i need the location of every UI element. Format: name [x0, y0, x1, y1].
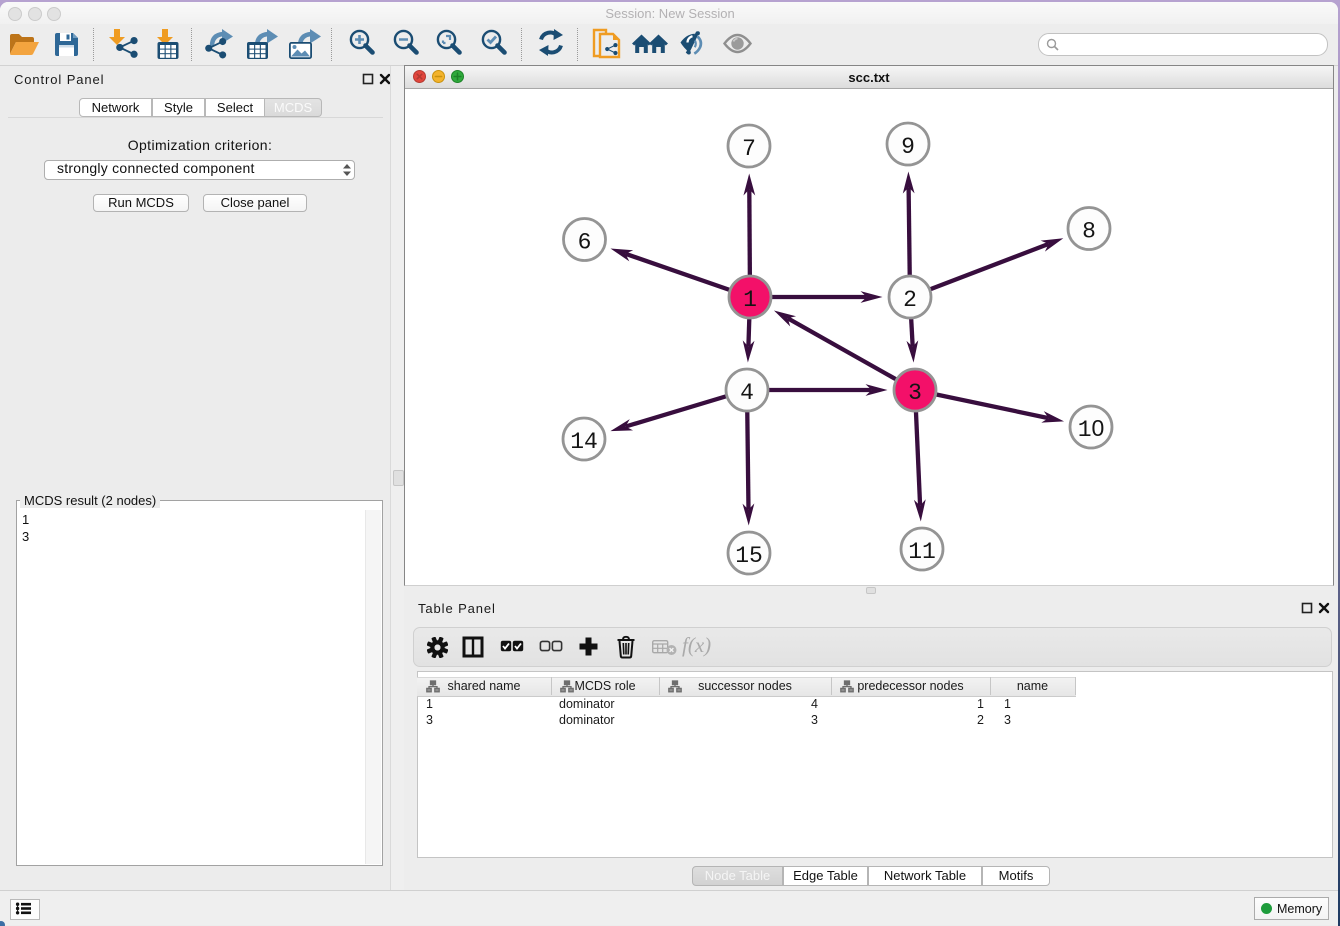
- svg-text:14: 14: [570, 429, 598, 455]
- svg-text:8: 8: [1082, 219, 1096, 245]
- svg-text:10: 10: [1078, 415, 1105, 443]
- svg-text:2: 2: [903, 287, 917, 313]
- svg-text:9: 9: [901, 134, 915, 160]
- svg-text:3: 3: [908, 380, 922, 406]
- svg-text:6: 6: [578, 230, 592, 256]
- svg-text:7: 7: [742, 136, 756, 162]
- svg-text:1: 1: [743, 287, 757, 313]
- svg-text:11: 11: [908, 539, 936, 565]
- svg-text:15: 15: [735, 543, 763, 569]
- svg-text:4: 4: [740, 380, 754, 406]
